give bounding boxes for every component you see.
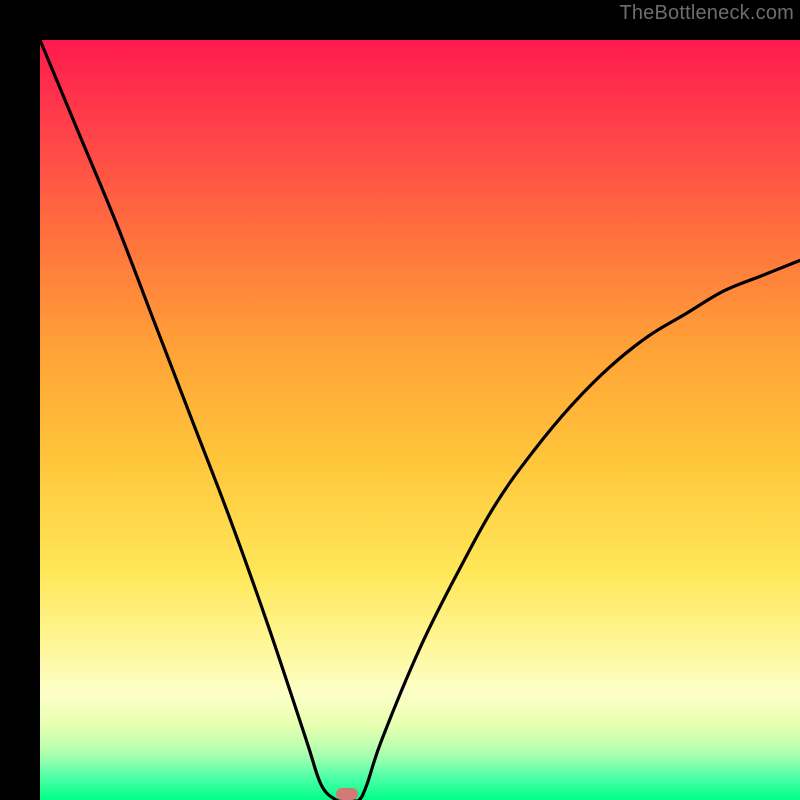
plot-area xyxy=(40,40,800,800)
watermark: TheBottleneck.com xyxy=(619,2,794,25)
chart-frame xyxy=(20,20,780,780)
optimal-marker xyxy=(336,788,358,800)
bottleneck-curve xyxy=(40,40,800,800)
